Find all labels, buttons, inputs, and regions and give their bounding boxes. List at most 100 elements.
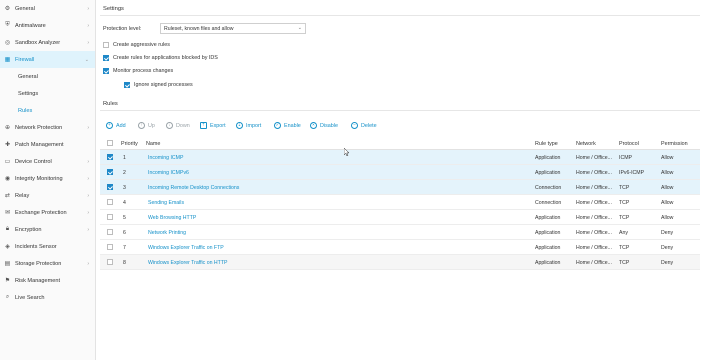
sidebar-subitem-label: Settings xyxy=(18,90,39,97)
table-row[interactable]: 2 Incoming ICMPv6 Application Home / Off… xyxy=(100,165,700,180)
disable-button[interactable]: × Disable xyxy=(310,122,338,129)
row-network: Home / Office... xyxy=(576,170,612,176)
row-network: Home / Office... xyxy=(576,245,612,251)
col-protocol[interactable]: Protocol xyxy=(619,141,639,147)
option-monitor-process[interactable]: Monitor process changes xyxy=(103,68,173,74)
sidebar-item-antimalware[interactable]: ⛨ Antimalware › xyxy=(0,17,95,34)
row-name-link[interactable]: Incoming ICMPv6 xyxy=(148,170,189,176)
row-type: Application xyxy=(535,260,561,266)
sidebar-item-relay[interactable]: ⇄ Relay › xyxy=(0,187,95,204)
row-checkbox[interactable] xyxy=(107,214,113,220)
row-priority: 3 xyxy=(123,185,126,191)
col-name[interactable]: Name xyxy=(146,141,160,147)
up-button[interactable]: ↑ Up xyxy=(138,122,155,129)
row-name-link[interactable]: Incoming Remote Desktop Connections xyxy=(148,185,239,191)
row-checkbox[interactable] xyxy=(107,259,113,265)
protection-level-select[interactable]: Ruleset, known files and allow ⌄ xyxy=(160,23,306,34)
monitor-process-checkbox[interactable] xyxy=(103,68,109,74)
sidebar-item-label: Patch Management xyxy=(15,141,64,148)
row-type: Application xyxy=(535,170,561,176)
globe-icon: ⊕ xyxy=(4,125,11,131)
import-button[interactable]: ⇣ Import xyxy=(236,122,261,129)
sidebar-item-patch-management[interactable]: ✚ Patch Management xyxy=(0,136,95,153)
storage-icon: ▤ xyxy=(4,261,11,267)
row-name-link[interactable]: Network Printing xyxy=(148,230,186,236)
row-checkbox[interactable] xyxy=(107,184,113,190)
sidebar-item-network-protection[interactable]: ⊕ Network Protection › xyxy=(0,119,95,136)
ignore-signed-checkbox[interactable] xyxy=(124,82,130,88)
row-name-link[interactable]: Incoming ICMP xyxy=(148,155,183,161)
table-row[interactable]: 6 Network Printing Application Home / Of… xyxy=(100,225,700,240)
row-checkbox[interactable] xyxy=(107,199,113,205)
row-network: Home / Office... xyxy=(576,200,612,206)
sidebar-item-firewall[interactable]: ▦ Firewall ⌄ xyxy=(0,51,95,68)
row-network: Home / Office... xyxy=(576,155,612,161)
sidebar-item-incidents-sensor[interactable]: ◈ Incidents Sensor xyxy=(0,238,95,255)
sidebar-subitem-general[interactable]: General xyxy=(0,68,95,85)
delete-button[interactable]: − Delete xyxy=(351,122,377,129)
main-panel: Settings Protection level: Ruleset, know… xyxy=(97,0,704,360)
sidebar-subitem-label: General xyxy=(18,73,38,80)
sidebar-item-risk-management[interactable]: ⚑ Risk Management xyxy=(0,272,95,289)
row-name-link[interactable]: Web Browsing HTTP xyxy=(148,215,196,221)
row-priority: 4 xyxy=(123,200,126,206)
row-network: Home / Office... xyxy=(576,185,612,191)
down-button[interactable]: ↓ Down xyxy=(166,122,190,129)
table-row[interactable]: 1 Incoming ICMP Application Home / Offic… xyxy=(100,150,700,165)
sidebar-item-exchange-protection[interactable]: ✉ Exchange Protection › xyxy=(0,204,95,221)
sidebar-item-sandbox-analyzer[interactable]: ◎ Sandbox Analyzer › xyxy=(0,34,95,51)
chevron-right-icon: › xyxy=(87,5,89,12)
delete-label: Delete xyxy=(361,122,377,129)
table-row[interactable]: 8 Windows Explorer Traffic on HTTP Appli… xyxy=(100,255,700,270)
select-all-checkbox[interactable] xyxy=(107,140,113,146)
sidebar-item-storage-protection[interactable]: ▤ Storage Protection › xyxy=(0,255,95,272)
sidebar-item-live-search[interactable]: ⌕ Live Search xyxy=(0,289,95,306)
minus-icon: − xyxy=(351,122,358,129)
row-checkbox[interactable] xyxy=(107,169,113,175)
export-icon: ⇡ xyxy=(200,122,207,129)
rules-section-title: Rules xyxy=(103,101,118,107)
row-checkbox[interactable] xyxy=(107,229,113,235)
row-checkbox[interactable] xyxy=(107,154,113,160)
col-permission[interactable]: Permission xyxy=(661,141,688,147)
sidebar-subitem-settings[interactable]: Settings xyxy=(0,85,95,102)
sidebar-item-general[interactable]: ⚙ General › xyxy=(0,0,95,17)
row-name-link[interactable]: Windows Explorer Traffic on HTTP xyxy=(148,260,227,266)
table-row[interactable]: 3 Incoming Remote Desktop Connections Co… xyxy=(100,180,700,195)
option-ignore-signed[interactable]: Ignore signed processes xyxy=(124,82,193,88)
col-network[interactable]: Network xyxy=(576,141,596,147)
table-row[interactable]: 7 Windows Explorer Traffic on FTP Applic… xyxy=(100,240,700,255)
device-icon: ▭ xyxy=(4,159,11,165)
option-ids-rules[interactable]: Create rules for applications blocked by… xyxy=(103,55,218,61)
row-name-link[interactable]: Sending Emails xyxy=(148,200,184,206)
protection-level-value: Ruleset, known files and allow xyxy=(164,25,234,32)
option-label: Create aggressive rules xyxy=(113,42,170,48)
row-priority: 5 xyxy=(123,215,126,221)
export-button[interactable]: ⇡ Export xyxy=(200,122,226,129)
row-protocol: TCP xyxy=(619,245,630,251)
sidebar-item-integrity-monitoring[interactable]: ◉ Integrity Monitoring › xyxy=(0,170,95,187)
option-aggressive-rules[interactable]: Create aggressive rules xyxy=(103,42,170,48)
add-button[interactable]: + Add xyxy=(106,122,126,129)
up-label: Up xyxy=(148,122,155,129)
mouse-cursor-icon xyxy=(344,148,350,156)
enable-button[interactable]: ✓ Enable xyxy=(274,122,301,129)
sidebar-item-label: Network Protection xyxy=(15,124,63,131)
chevron-right-icon: › xyxy=(87,158,89,165)
row-protocol: Any xyxy=(619,230,628,236)
sidebar-item-encryption[interactable]: 🔒︎ Encryption › xyxy=(0,221,95,238)
aggressive-rules-checkbox[interactable] xyxy=(103,42,109,48)
row-name-link[interactable]: Windows Explorer Traffic on FTP xyxy=(148,245,224,251)
table-row[interactable]: 4 Sending Emails Connection Home / Offic… xyxy=(100,195,700,210)
ids-rules-checkbox[interactable] xyxy=(103,55,109,61)
row-permission: Deny xyxy=(661,260,674,266)
row-type: Application xyxy=(535,245,561,251)
table-row[interactable]: 5 Web Browsing HTTP Application Home / O… xyxy=(100,210,700,225)
sidebar-item-label: Exchange Protection xyxy=(15,209,67,216)
sidebar-item-device-control[interactable]: ▭ Device Control › xyxy=(0,153,95,170)
col-priority[interactable]: Priority xyxy=(121,141,138,147)
sidebar-subitem-rules[interactable]: Rules xyxy=(0,102,95,119)
row-checkbox[interactable] xyxy=(107,244,113,250)
col-rule-type[interactable]: Rule type xyxy=(535,141,558,147)
row-priority: 8 xyxy=(123,260,126,266)
